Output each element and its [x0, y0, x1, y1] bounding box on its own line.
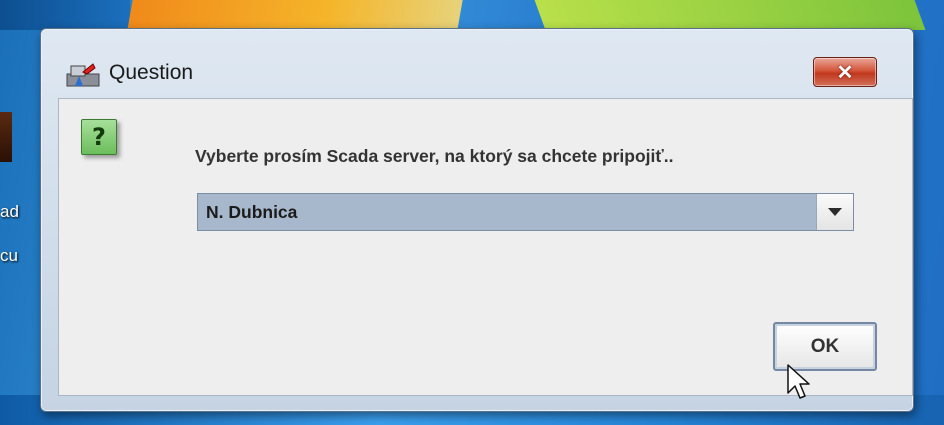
desktop-shortcut-label[interactable]: cu [0, 246, 18, 266]
desktop-wallpaper-strip [534, 0, 926, 30]
dialog-content: ? Vyberte prosím Scada server, na ktorý … [58, 98, 913, 396]
mouse-pointer-icon [787, 364, 810, 399]
desktop-wallpaper-strip [127, 0, 463, 30]
java-app-icon [65, 62, 101, 88]
question-icon-glyph: ? [92, 123, 106, 151]
close-icon: ✕ [836, 61, 854, 84]
chevron-down-icon [828, 208, 842, 216]
server-select-toggle[interactable] [816, 194, 853, 230]
desktop-shortcut-icon[interactable] [0, 112, 12, 162]
question-icon: ? [81, 119, 117, 155]
dialog-message: Vyberte prosím Scada server, na ktorý sa… [195, 146, 674, 166]
question-dialog: Question ✕ ? Vyberte prosím Scada server… [40, 28, 914, 412]
desktop-shortcut-label[interactable]: ad [0, 202, 19, 222]
close-button[interactable]: ✕ [813, 57, 877, 87]
server-select-value: N. Dubnica [206, 202, 298, 222]
ok-button-label: OK [810, 335, 840, 357]
dialog-title: Question [109, 61, 194, 84]
desktop-wallpaper-strip [0, 0, 130, 30]
server-select[interactable]: N. Dubnica [197, 193, 854, 231]
